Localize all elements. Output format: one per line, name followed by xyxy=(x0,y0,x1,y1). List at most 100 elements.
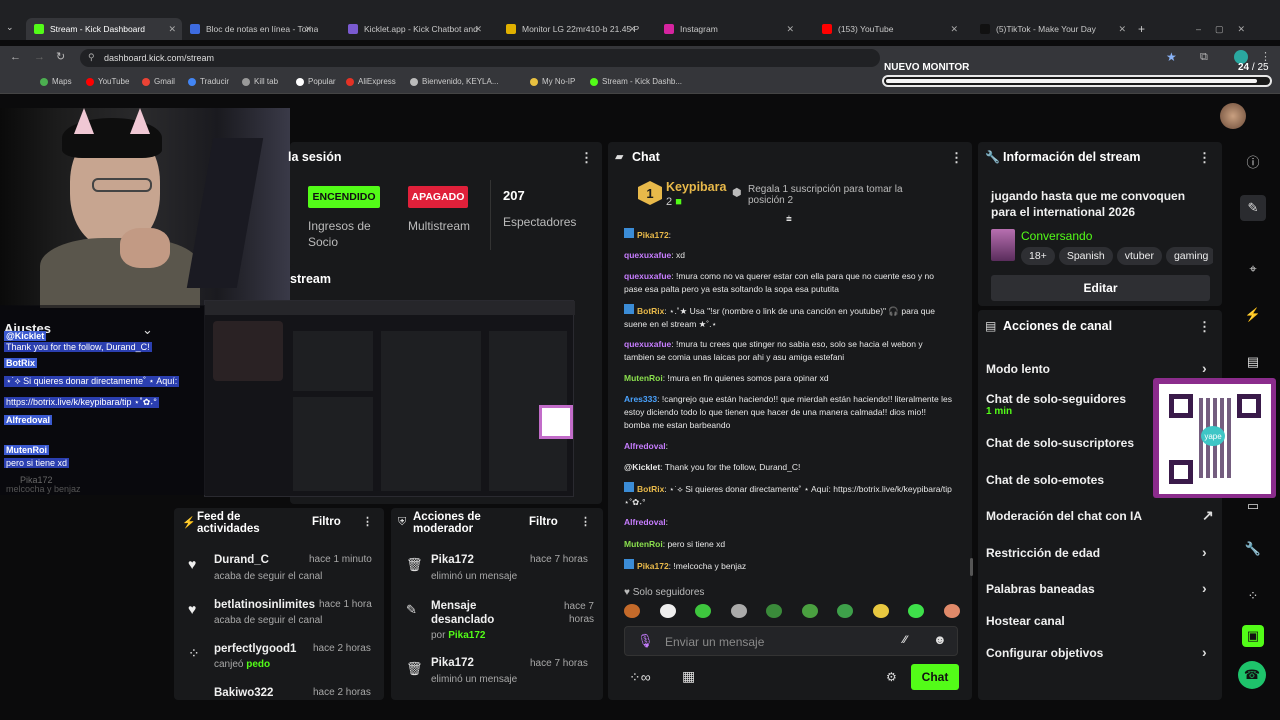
chat-message[interactable]: quexuxafue: xd xyxy=(624,249,954,262)
close-icon[interactable]: ✕ xyxy=(628,24,636,35)
info-icon[interactable]: ⓘ xyxy=(1240,148,1266,174)
partner-income-on-badge[interactable]: ENCENDIDO xyxy=(308,186,380,208)
chat-username[interactable]: quexuxafue xyxy=(624,271,671,281)
bookmark-item[interactable]: Kill tab xyxy=(242,77,278,86)
close-icon[interactable]: ✕ xyxy=(304,24,312,35)
browser-tab[interactable]: Kicklet.app - Kick Chatbot and ✕ xyxy=(340,18,488,40)
chat-message[interactable]: Alfredoval: xyxy=(624,516,954,529)
emote-icon[interactable] xyxy=(908,604,925,618)
feed-item-name[interactable]: betlatinosinlimites xyxy=(214,599,315,611)
chat-username[interactable]: MutenRoi xyxy=(624,373,663,383)
channel-action-item[interactable]: Chat de solo-emotes xyxy=(986,473,1104,487)
lightning-icon[interactable]: ⚡ xyxy=(1240,302,1266,328)
qr-code[interactable]: yape xyxy=(1159,384,1271,494)
channel-action-item[interactable]: Palabras baneadas xyxy=(986,582,1095,596)
bookmark-item[interactable]: AliExpress xyxy=(346,77,396,86)
browser-tab[interactable]: (5)TikTok - Make Your Day ✕ xyxy=(972,18,1132,40)
send-chat-button[interactable]: Chat xyxy=(911,664,959,690)
chevron-down-icon[interactable]: ⌄ xyxy=(142,322,153,338)
bookmark-item[interactable]: Traducir xyxy=(188,77,229,86)
notes-icon[interactable]: ▤ xyxy=(1240,349,1266,375)
emote-icon[interactable] xyxy=(801,604,818,618)
external-link-icon[interactable]: ↗ xyxy=(1202,507,1214,524)
actions-menu-icon[interactable]: ⋮ xyxy=(1198,319,1211,335)
chat-input[interactable]: 🎙 Enviar un mensaje ⁄⁄ ☻ xyxy=(624,626,958,656)
chat-message[interactable]: Ares333: !cangrejo que están haciendo!! … xyxy=(624,393,954,432)
channel-action-item[interactable]: Modo lento xyxy=(986,362,1050,376)
chat-username[interactable]: Ares333 xyxy=(624,394,657,404)
pinned-chevron-icon[interactable]: ⩧ xyxy=(786,214,792,225)
category-thumbnail[interactable] xyxy=(991,229,1015,261)
chevron-right-icon[interactable]: › xyxy=(1202,644,1207,660)
chat-message[interactable]: MutenRoi: !mura en fin quienes somos par… xyxy=(624,372,954,385)
chevron-right-icon[interactable]: › xyxy=(1202,360,1207,376)
browser-tab[interactable]: (153) YouTube ✕ xyxy=(814,18,964,40)
edit-pencil-icon[interactable]: ✎ xyxy=(1240,195,1266,221)
chat-settings-icon[interactable]: ⚙ xyxy=(886,670,897,684)
chat-scrollbar[interactable] xyxy=(970,558,973,576)
channel-action-item[interactable]: Moderación del chat con IA xyxy=(986,509,1142,523)
channel-action-item[interactable]: Chat de solo-suscriptores xyxy=(986,436,1134,450)
browser-tab[interactable]: Instagram ✕ xyxy=(656,18,800,40)
info-menu-icon[interactable]: ⋮ xyxy=(1198,150,1211,166)
emoji-icon[interactable]: ☻ xyxy=(933,632,947,647)
user-avatar[interactable] xyxy=(1220,103,1246,129)
browser-tab[interactable]: Monitor LG 22mr410-b 21.45 P ✕ xyxy=(498,18,642,40)
chat-username[interactable]: Alfredoval xyxy=(624,441,666,451)
chat-message[interactable]: BotRix: ⋆.˚★ Usa "!sr (nombre o link de … xyxy=(624,304,954,331)
tag[interactable]: vtuber xyxy=(1116,247,1162,265)
channel-action-item[interactable]: Hostear canal xyxy=(986,614,1065,628)
chat-message[interactable]: @Kicklet: Thank you for the follow, Dura… xyxy=(624,461,954,474)
commands-icon[interactable]: ⁄⁄ xyxy=(903,634,907,646)
bookmark-item[interactable]: My No-IP xyxy=(530,77,575,86)
kick-app-icon[interactable]: ▣ xyxy=(1242,625,1264,647)
chat-message[interactable]: MutenRoi: pero si tiene xd xyxy=(624,538,954,551)
chat-username[interactable]: quexuxafue xyxy=(624,339,671,349)
bookmark-item[interactable]: Popular xyxy=(296,77,336,86)
back-icon[interactable]: ← xyxy=(10,51,21,63)
chevron-right-icon[interactable]: › xyxy=(1202,580,1207,596)
wrench-icon[interactable]: 🔧 xyxy=(1240,536,1266,562)
bookmark-item[interactable]: Maps xyxy=(40,77,72,86)
feed-menu-icon[interactable]: ⋮ xyxy=(362,515,373,528)
tag[interactable]: Spanish xyxy=(1058,247,1113,265)
bookmark-item[interactable]: Bienvenido, KEYLA... xyxy=(410,77,499,86)
chat-message[interactable]: BotRix: ⋆˙⟡ Si quieres donar directament… xyxy=(624,482,954,509)
channel-action-item[interactable]: Chat de solo-seguidores 1 min xyxy=(986,392,1126,417)
chat-username[interactable]: Alfredoval xyxy=(624,517,666,527)
forward-icon[interactable]: → xyxy=(34,51,45,63)
monitor-icon[interactable]: ▭ xyxy=(1240,493,1266,519)
url-input[interactable]: dashboard.kick.com/stream xyxy=(80,49,880,67)
browser-tab[interactable]: Stream - Kick Dashboard ✕ xyxy=(26,18,182,40)
channel-points-icon[interactable]: ⁘∞ xyxy=(629,669,651,686)
stream-preview-video[interactable] xyxy=(204,300,575,497)
emote-icon[interactable] xyxy=(872,604,889,618)
category-link[interactable]: Conversando xyxy=(1021,229,1092,243)
channel-action-item[interactable]: Configurar objetivos xyxy=(986,646,1103,660)
chat-username[interactable]: BotRix xyxy=(637,484,664,494)
top-gifter-name[interactable]: Keypibara xyxy=(666,180,726,194)
chat-message[interactable]: quexuxafue: !mura tu crees que stinger n… xyxy=(624,338,954,364)
support-headset-icon[interactable]: ☎ xyxy=(1238,661,1266,689)
reload-icon[interactable]: ↻ xyxy=(56,50,65,63)
edit-stream-button[interactable]: Editar xyxy=(991,275,1210,301)
close-icon[interactable]: ✕ xyxy=(786,24,794,35)
feed-item-name[interactable]: perfectlygood1 xyxy=(214,643,296,655)
new-tab-button[interactable]: + xyxy=(1138,22,1145,36)
browser-tab[interactable]: Bloc de notas en línea - Toma y ✕ xyxy=(182,18,318,40)
mod-item-name[interactable]: Pika172 xyxy=(431,657,474,669)
points-icon[interactable]: ⁘ xyxy=(1240,583,1266,609)
emote-icon[interactable] xyxy=(730,604,747,618)
bookmark-item[interactable]: Stream - Kick Dashb... xyxy=(590,77,682,86)
chat-username[interactable]: MutenRoi xyxy=(624,539,663,549)
close-icon[interactable]: ✕ xyxy=(950,24,958,35)
emote-icon[interactable] xyxy=(837,604,854,618)
chat-username[interactable]: BotRix xyxy=(637,306,664,316)
feed-filter-button[interactable]: Filtro xyxy=(312,516,341,528)
mod-menu-icon[interactable]: ⋮ xyxy=(580,515,591,528)
feed-item-name[interactable]: Durand_C xyxy=(214,554,269,566)
bookmark-item[interactable]: Gmail xyxy=(142,77,175,86)
close-icon[interactable]: ✕ xyxy=(168,24,176,35)
chat-message[interactable]: Pika172: !melcocha y benjaz xyxy=(624,559,954,573)
multistream-off-badge[interactable]: APAGADO xyxy=(408,186,468,208)
